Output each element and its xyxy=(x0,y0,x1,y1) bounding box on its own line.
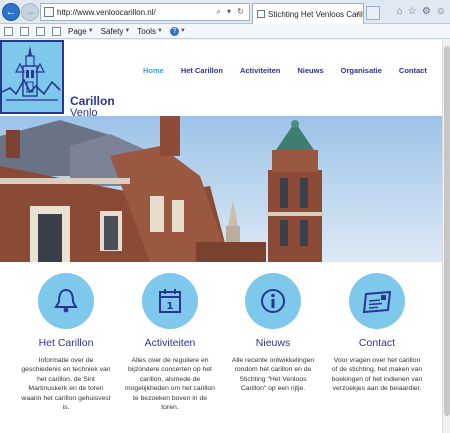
safety-menu-label: Safety xyxy=(100,26,124,36)
nav-home[interactable]: Home xyxy=(143,66,164,75)
feature-text: Alles over de reguliere en bijzondere co… xyxy=(125,357,215,412)
page-menu[interactable]: Page ▼ xyxy=(68,27,94,36)
chevron-down-icon: ▼ xyxy=(124,28,131,34)
chevron-down-icon: ▼ xyxy=(156,28,163,34)
print-icon[interactable] xyxy=(52,26,61,36)
star-icon[interactable]: ☆ xyxy=(408,6,417,17)
carillon-tower-logo-icon xyxy=(2,46,61,101)
mail-icon xyxy=(362,290,392,314)
browser-title-bar: ← → http://www.venloocarillon.nl/ ⌕ ▾ ↻ … xyxy=(0,0,450,24)
smiley-icon[interactable]: ☺ xyxy=(436,6,446,17)
bell-icon xyxy=(54,288,78,313)
feature-icon-circle[interactable] xyxy=(245,273,301,329)
tab-favicon-icon xyxy=(257,10,265,18)
feature-text: Alle recente ontwikkelingen rondom het c… xyxy=(231,357,315,393)
browser-toolbar-icons: ⌂ ☆ ⚙ ☺ xyxy=(397,6,446,17)
calendar-icon: 1 xyxy=(159,289,181,313)
arrow-right-icon: → xyxy=(24,6,36,18)
nav-organisatie[interactable]: Organisatie xyxy=(341,66,382,75)
site-logo[interactable] xyxy=(0,40,64,114)
feature-nieuws[interactable]: Nieuws Alle recente ontwikkelingen rondo… xyxy=(223,273,323,394)
feature-title[interactable]: Contact xyxy=(327,337,427,349)
address-bar[interactable]: http://www.venloocarillon.nl/ ⌕ ▾ ↻ xyxy=(40,3,250,21)
safety-menu[interactable]: Safety ▼ xyxy=(101,27,131,36)
feature-text: Voor vragen over het carillon of de stic… xyxy=(331,357,423,393)
close-tab-icon[interactable]: × xyxy=(355,9,360,18)
nav-nieuws[interactable]: Nieuws xyxy=(297,66,323,75)
main-navigation: Home Het Carillon Activiteiten Nieuws Or… xyxy=(143,66,427,75)
nav-activiteiten[interactable]: Activiteiten xyxy=(240,66,280,75)
svg-text:1: 1 xyxy=(167,301,174,312)
feature-title[interactable]: Activiteiten xyxy=(120,337,220,349)
help-menu[interactable]: ? ▼ xyxy=(169,26,186,36)
address-url[interactable]: http://www.venloocarillon.nl/ xyxy=(57,8,156,17)
scrollbar-thumb[interactable] xyxy=(444,46,450,416)
tab-title: Stichting Het Venloos Caril... xyxy=(268,9,364,19)
tools-menu[interactable]: Tools ▼ xyxy=(137,27,163,36)
hero-image xyxy=(0,116,442,262)
address-bar-icons[interactable]: ⌕ ▾ ↻ xyxy=(216,7,246,17)
nav-het-carillon[interactable]: Het Carillon xyxy=(181,66,223,75)
add-favorites-icon[interactable] xyxy=(4,26,13,36)
page-viewport: Carillon Venlo Home Het Carillon Activit… xyxy=(0,40,442,433)
read-mail-icon[interactable] xyxy=(36,26,45,36)
feature-title[interactable]: Het Carillon xyxy=(16,337,116,349)
feature-icon-circle[interactable] xyxy=(38,273,94,329)
nav-contact[interactable]: Contact xyxy=(399,66,427,75)
feeds-icon[interactable] xyxy=(20,26,29,36)
chevron-down-icon: ▼ xyxy=(87,28,94,34)
feature-icon-circle[interactable] xyxy=(349,273,405,329)
home-icon[interactable]: ⌂ xyxy=(397,6,403,17)
page-menu-label: Page xyxy=(68,26,87,36)
chevron-down-icon: ▼ xyxy=(179,28,186,34)
info-icon xyxy=(261,289,285,313)
feature-contact[interactable]: Contact Voor vragen over het carillon of… xyxy=(327,273,427,394)
page-icon xyxy=(44,7,54,17)
feature-text: Informatie over de geschiedenis en techn… xyxy=(21,357,111,412)
church-tower-photo xyxy=(0,116,442,262)
new-tab-button[interactable] xyxy=(366,6,380,20)
feature-activiteiten[interactable]: 1 Activiteiten Alles over de reguliere e… xyxy=(120,273,220,412)
vertical-scrollbar[interactable] xyxy=(442,40,450,433)
browser-tab[interactable]: Stichting Het Venloos Caril... × xyxy=(252,3,364,24)
tools-menu-label: Tools xyxy=(137,26,156,36)
feature-icon-circle[interactable]: 1 xyxy=(142,273,198,329)
back-button[interactable]: ← xyxy=(2,3,20,21)
arrow-left-icon: ← xyxy=(5,6,17,18)
feature-title[interactable]: Nieuws xyxy=(223,337,323,349)
command-bar: Page ▼ Safety ▼ Tools ▼ ? ▼ xyxy=(0,24,450,39)
help-icon: ? xyxy=(169,26,179,36)
gear-icon[interactable]: ⚙ xyxy=(422,6,431,17)
feature-het-carillon[interactable]: Het Carillon Informatie over de geschied… xyxy=(16,273,116,412)
forward-button[interactable]: → xyxy=(21,3,39,21)
